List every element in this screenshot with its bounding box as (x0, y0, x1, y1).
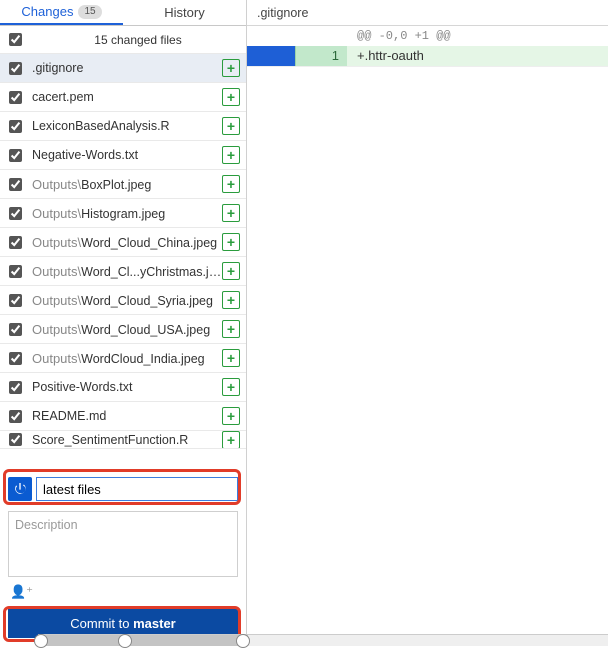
file-checkbox[interactable] (9, 91, 22, 104)
file-added-icon: + (222, 291, 240, 309)
file-name-label: Outputs\Word_Cloud_USA.jpeg (30, 322, 222, 337)
diff-panel: .gitignore @@ -0,0 +1 @@ 1 +.httr-oauth (247, 0, 608, 646)
power-icon (12, 481, 28, 497)
file-added-icon: + (222, 88, 240, 106)
file-added-icon: + (222, 262, 240, 280)
file-checkbox[interactable] (9, 207, 22, 220)
changes-count-badge: 15 (78, 5, 101, 19)
file-row[interactable]: README.md+ (0, 402, 246, 431)
file-name-label: Outputs\BoxPlot.jpeg (30, 177, 222, 192)
diff-hunk-header: @@ -0,0 +1 @@ (247, 26, 608, 46)
file-checkbox[interactable] (9, 352, 22, 365)
commit-form: 👤⁺ Commit to master (0, 469, 246, 646)
file-checkbox[interactable] (9, 178, 22, 191)
file-checkbox[interactable] (9, 62, 22, 75)
tab-changes[interactable]: Changes 15 (0, 0, 123, 25)
changed-files-list: .gitignore+cacert.pem+LexiconBasedAnalys… (0, 54, 246, 449)
commit-summary-input[interactable] (36, 477, 238, 501)
file-row[interactable]: Outputs\WordCloud_India.jpeg+ (0, 344, 246, 373)
file-row[interactable]: LexiconBasedAnalysis.R+ (0, 112, 246, 141)
file-checkbox[interactable] (9, 323, 22, 336)
file-checkbox[interactable] (9, 149, 22, 162)
file-row[interactable]: Outputs\Word_Cloud_USA.jpeg+ (0, 315, 246, 344)
panel-tabs: Changes 15 History (0, 0, 246, 26)
tab-changes-label: Changes (21, 4, 73, 19)
file-added-icon: + (222, 407, 240, 425)
file-name-label: README.md (30, 409, 222, 423)
select-all-checkbox[interactable] (9, 33, 22, 46)
changes-panel: Changes 15 History 15 changed files .git… (0, 0, 247, 646)
file-row[interactable]: Outputs\Word_Cloud_Syria.jpeg+ (0, 286, 246, 315)
file-added-icon: + (222, 59, 240, 77)
file-added-icon: + (222, 204, 240, 222)
file-row[interactable]: Score_SentimentFunction.R+ (0, 431, 246, 449)
file-checkbox[interactable] (9, 265, 22, 278)
file-row[interactable]: Outputs\Histogram.jpeg+ (0, 199, 246, 228)
file-name-label: cacert.pem (30, 90, 222, 104)
file-name-label: Outputs\WordCloud_India.jpeg (30, 351, 222, 366)
scrollbar-thumb[interactable] (38, 635, 248, 646)
file-name-label: Outputs\Histogram.jpeg (30, 206, 222, 221)
file-name-label: Negative-Words.txt (30, 148, 222, 162)
file-added-icon: + (222, 146, 240, 164)
file-row[interactable]: Outputs\Word_Cl...yChristmas.jpeg+ (0, 257, 246, 286)
add-coauthors-button[interactable]: 👤⁺ (4, 582, 242, 606)
file-added-icon: + (222, 431, 240, 449)
file-row[interactable]: Positive-Words.txt+ (0, 373, 246, 402)
file-row[interactable]: .gitignore+ (0, 54, 246, 83)
file-row[interactable]: Negative-Words.txt+ (0, 141, 246, 170)
file-row[interactable]: cacert.pem+ (0, 83, 246, 112)
diff-line-text: +.httr-oauth (347, 46, 608, 66)
file-checkbox[interactable] (9, 236, 22, 249)
file-added-icon: + (222, 233, 240, 251)
commit-description-input[interactable] (8, 511, 238, 577)
file-checkbox[interactable] (9, 410, 22, 423)
tab-history[interactable]: History (123, 0, 246, 25)
diff-hunk: @@ -0,0 +1 @@ 1 +.httr-oauth (247, 26, 608, 67)
user-avatar[interactable] (8, 477, 32, 501)
file-row[interactable]: Outputs\BoxPlot.jpeg+ (0, 170, 246, 199)
file-name-label: Positive-Words.txt (30, 380, 222, 394)
commit-button-prefix: Commit to (70, 616, 133, 631)
file-added-icon: + (222, 349, 240, 367)
changes-header-title: 15 changed files (30, 33, 246, 47)
file-checkbox[interactable] (9, 294, 22, 307)
file-name-label: .gitignore (30, 61, 222, 75)
diff-gutter-old (247, 46, 295, 66)
file-added-icon: + (222, 320, 240, 338)
diff-file-name: .gitignore (247, 0, 608, 26)
file-added-icon: + (222, 175, 240, 193)
file-added-icon: + (222, 117, 240, 135)
file-checkbox[interactable] (9, 433, 22, 446)
diff-line[interactable]: 1 +.httr-oauth (247, 46, 608, 66)
file-name-label: Outputs\Word_Cl...yChristmas.jpeg (30, 264, 222, 279)
tab-history-label: History (164, 5, 204, 20)
file-name-label: Outputs\Word_Cloud_Syria.jpeg (30, 293, 222, 308)
file-checkbox[interactable] (9, 381, 22, 394)
file-name-label: Score_SentimentFunction.R (30, 433, 222, 447)
file-name-label: Outputs\Word_Cloud_China.jpeg (30, 235, 222, 250)
person-plus-icon: 👤⁺ (10, 584, 33, 599)
file-added-icon: + (222, 378, 240, 396)
file-checkbox[interactable] (9, 120, 22, 133)
commit-button-branch: master (133, 616, 176, 631)
file-name-label: LexiconBasedAnalysis.R (30, 119, 222, 133)
diff-gutter-new: 1 (295, 46, 347, 66)
changes-header: 15 changed files (0, 26, 246, 54)
file-row[interactable]: Outputs\Word_Cloud_China.jpeg+ (0, 228, 246, 257)
